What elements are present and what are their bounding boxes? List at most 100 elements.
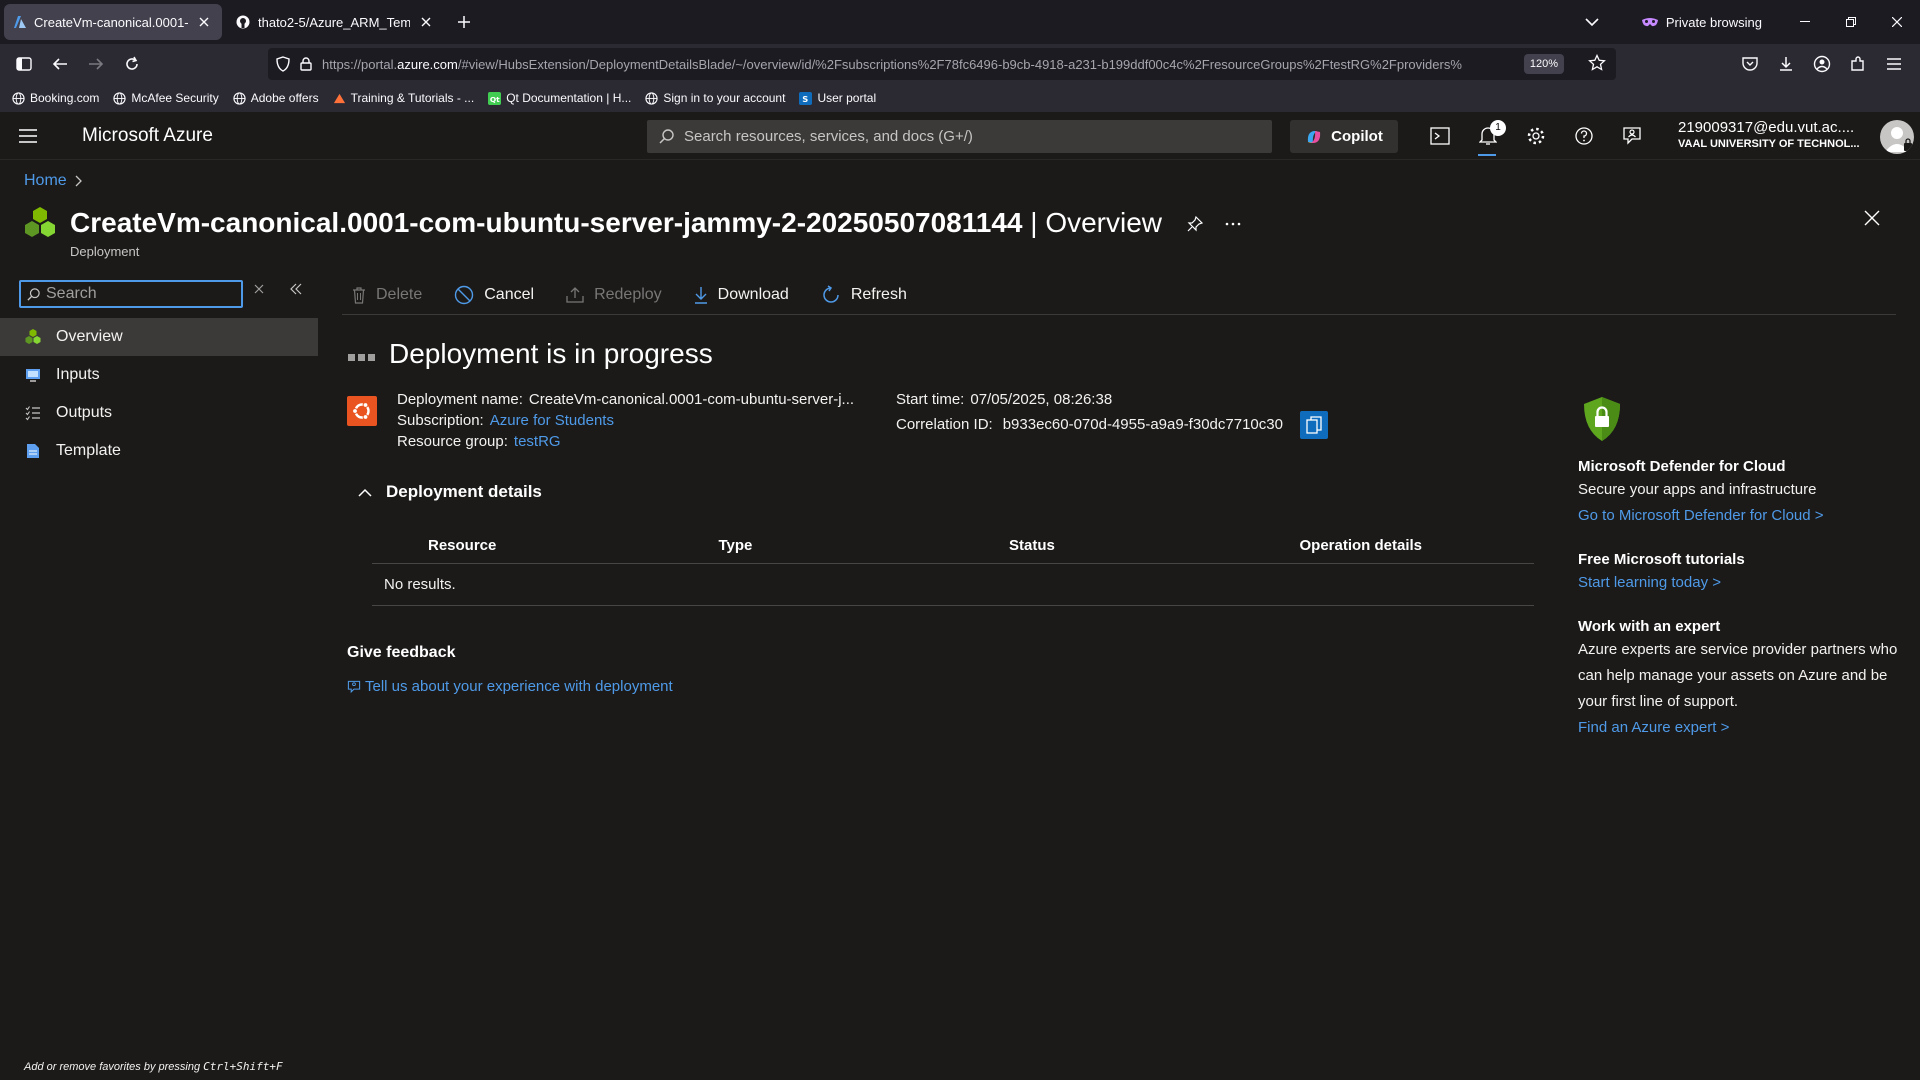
copy-to-clipboard-icon[interactable] <box>1300 411 1328 439</box>
refresh-button[interactable]: Refresh <box>811 284 907 305</box>
command-bar: Delete Cancel Redeploy Download Refresh <box>342 275 1896 315</box>
zoom-level-badge[interactable]: 120% <box>1523 54 1564 74</box>
reload-icon[interactable] <box>114 48 150 80</box>
list-all-tabs-chevron-down-icon[interactable] <box>1572 17 1612 27</box>
url-bar[interactable]: https://portal.azure.com/#view/HubsExten… <box>268 48 1616 80</box>
blade-menu: Overview Inputs Outputs Template <box>0 318 318 470</box>
download-button[interactable]: Download <box>684 286 789 304</box>
tab-close-icon[interactable] <box>196 14 212 30</box>
bookmark-user-portal[interactable]: S User portal <box>799 91 876 105</box>
column-header-resource[interactable]: Resource <box>372 537 663 554</box>
redeploy-label: Redeploy <box>594 285 662 303</box>
breadcrumb-home-link[interactable]: Home <box>24 172 67 190</box>
cloud-shell-icon[interactable] <box>1416 112 1464 160</box>
feedback-link[interactable]: Tell us about your experience with deplo… <box>347 678 673 695</box>
bookmarks-bar: Booking.com McAfee Security Adobe offers… <box>0 84 1920 112</box>
no-results-text: No results. <box>384 576 456 593</box>
restore-icon[interactable] <box>1828 0 1874 44</box>
lock-icon[interactable] <box>300 57 312 71</box>
browser-tab-azure[interactable]: CreateVm-canonical.0001-com- <box>4 4 222 40</box>
url-text[interactable]: https://portal.azure.com/#view/HubsExten… <box>322 57 1572 72</box>
pocket-icon[interactable] <box>1732 48 1768 80</box>
app-menu-icon[interactable] <box>1876 48 1912 80</box>
bookmark-qt-docs[interactable]: Qt Qt Documentation | H... <box>488 91 631 105</box>
refresh-icon <box>821 284 841 305</box>
global-search-input[interactable]: Search resources, services, and docs (G+… <box>647 120 1272 153</box>
correlation-id-field: Correlation ID: b933ec60-070d-4955-a9a9-f… <box>896 416 1283 433</box>
bookmark-mcafee[interactable]: McAfee Security <box>113 91 219 105</box>
bookmark-label: Booking.com <box>30 91 100 105</box>
resource-group-link[interactable]: testRG <box>514 433 561 450</box>
global-search-placeholder: Search resources, services, and docs (G+… <box>684 128 973 145</box>
start-time-label: Start time: <box>896 391 965 408</box>
feedback-person-icon[interactable] <box>1608 112 1656 160</box>
menu-item-template[interactable]: Template <box>0 432 318 470</box>
favorites-hint: Add or remove favorites by pressing Ctrl… <box>24 1060 283 1073</box>
page-title-main: CreateVm-canonical.0001-com-ubuntu-serve… <box>70 207 1023 238</box>
deployment-name-value: CreateVm-canonical.0001-com-ubuntu-serve… <box>528 391 855 408</box>
account-circle-icon[interactable] <box>1804 48 1840 80</box>
menu-search-field[interactable] <box>46 285 226 303</box>
portal-menu-hamburger-icon[interactable] <box>0 112 56 160</box>
notification-count-badge: 1 <box>1490 120 1506 136</box>
tracking-shield-icon[interactable] <box>276 56 290 72</box>
expert-link[interactable]: Find an Azure expert > <box>1578 715 1898 741</box>
close-window-icon[interactable] <box>1874 0 1920 44</box>
notifications-bell-icon[interactable]: 1 <box>1464 112 1512 160</box>
defender-link[interactable]: Go to Microsoft Defender for Cloud > <box>1578 503 1898 529</box>
minimize-icon[interactable] <box>1782 0 1828 44</box>
chevron-up-icon <box>358 488 372 497</box>
copilot-button[interactable]: Copilot <box>1290 120 1398 153</box>
menu-item-label: Outputs <box>56 404 113 421</box>
avatar[interactable] <box>1880 120 1914 154</box>
forward-arrow-icon[interactable] <box>78 48 114 80</box>
tutorials-link[interactable]: Start learning today > <box>1578 570 1898 596</box>
notification-active-indicator <box>1478 154 1496 156</box>
chevron-right-icon <box>75 175 83 187</box>
resource-group-field: Resource group: testRG <box>397 433 561 450</box>
redeploy-button[interactable]: Redeploy <box>556 286 662 304</box>
start-time-field: Start time: 07/05/2025, 08:26:38 <box>896 391 1112 408</box>
bookmark-sign-in[interactable]: Sign in to your account <box>645 91 785 105</box>
subscription-link[interactable]: Azure for Students <box>490 412 614 429</box>
account-menu[interactable]: 219009317@edu.vut.ac.... VAAL UNIVERSITY… <box>1678 119 1860 150</box>
tab-close-icon[interactable] <box>418 14 434 30</box>
menu-search-input[interactable] <box>19 280 243 308</box>
column-header-operation-details[interactable]: Operation details <box>1244 537 1535 554</box>
azure-brand-title[interactable]: Microsoft Azure <box>82 125 213 147</box>
collapse-menu-icon[interactable] <box>290 283 302 295</box>
browser-tab-github[interactable]: thato2-5/Azure_ARM_Template <box>226 4 444 40</box>
back-arrow-icon[interactable] <box>42 48 78 80</box>
menu-item-overview[interactable]: Overview <box>0 318 318 356</box>
bookmark-label: Sign in to your account <box>663 91 786 105</box>
deployment-name-field: Deployment name: CreateVm-canonical.0001-… <box>397 391 854 408</box>
settings-gear-icon[interactable] <box>1512 112 1560 160</box>
help-question-icon[interactable] <box>1560 112 1608 160</box>
close-blade-icon[interactable] <box>1864 210 1880 226</box>
menu-item-outputs[interactable]: Outputs <box>0 394 318 432</box>
new-tab-button[interactable] <box>448 6 480 38</box>
menu-item-label: Inputs <box>56 366 100 383</box>
deployment-details-toggle[interactable]: Deployment details <box>358 482 542 502</box>
delete-button[interactable]: Delete <box>342 286 422 304</box>
cancel-button[interactable]: Cancel <box>444 285 534 305</box>
bookmark-adobe[interactable]: Adobe offers <box>233 91 319 105</box>
pin-icon[interactable] <box>1183 212 1207 236</box>
training-favicon-icon <box>333 92 346 105</box>
bookmark-training[interactable]: Training & Tutorials - ... <box>333 91 474 105</box>
bookmark-star-icon[interactable] <box>1588 54 1606 72</box>
downloads-icon[interactable] <box>1768 48 1804 80</box>
column-header-status[interactable]: Status <box>953 537 1244 554</box>
menu-item-inputs[interactable]: Inputs <box>0 356 318 394</box>
clear-search-icon[interactable] <box>254 284 264 294</box>
sidebar-toggle-icon[interactable] <box>6 48 42 80</box>
more-options-ellipsis-icon[interactable] <box>1221 212 1245 236</box>
column-header-type[interactable]: Type <box>663 537 954 554</box>
tab-title: CreateVm-canonical.0001-com- <box>34 14 188 30</box>
bookmark-booking[interactable]: Booking.com <box>12 91 99 105</box>
extensions-puzzle-icon[interactable] <box>1840 48 1876 80</box>
correlation-id-value[interactable]: b933ec60-070d-4955-a9a9-f30dc7710c30 <box>1003 416 1283 433</box>
inputs-icon <box>24 366 42 384</box>
tab-title: thato2-5/Azure_ARM_Template <box>258 14 410 30</box>
defender-title: Microsoft Defender for Cloud <box>1578 458 1786 475</box>
